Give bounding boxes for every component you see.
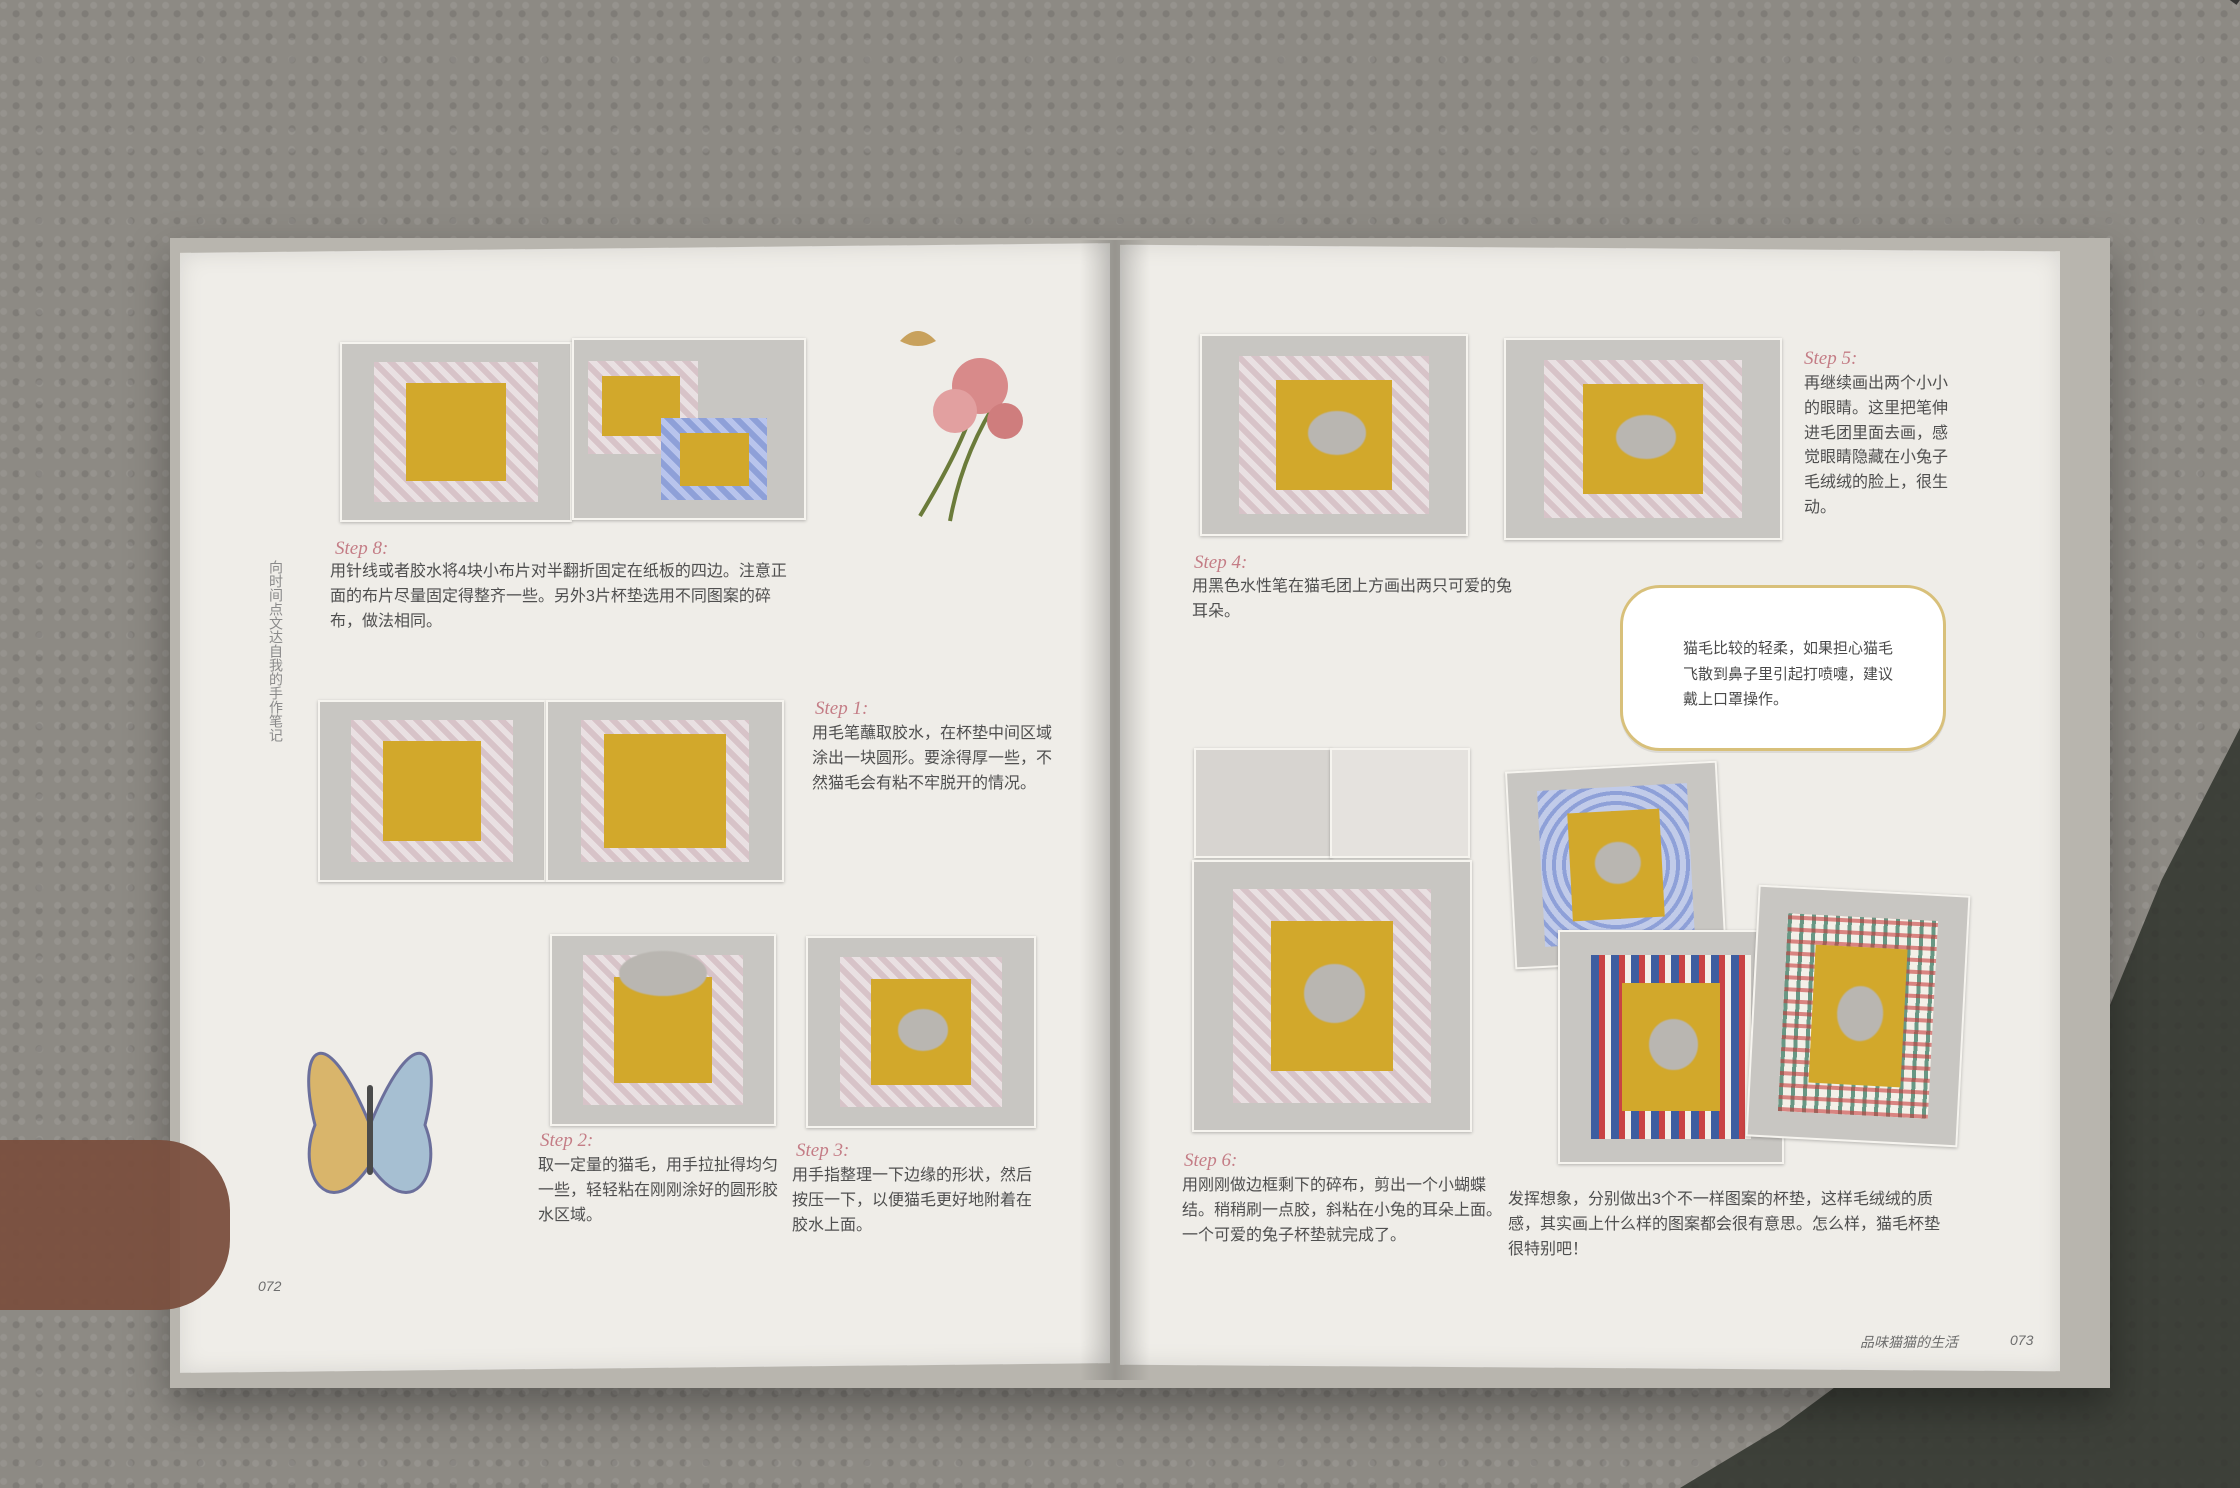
tip-text: 猫毛比较的轻柔，如果担心猫毛飞散到鼻子里引起打喷嚏，建议戴上口罩操作。 [1683, 640, 1894, 708]
photo-step5 [1504, 338, 1782, 540]
right-footer-title: 品味猫猫的生活 [1860, 1334, 1958, 1350]
step4-label: Step 4: [1194, 552, 1248, 573]
butterfly-illustration [307, 1051, 433, 1194]
step2-label: Step 2: [540, 1130, 594, 1151]
photo-step1-a [318, 700, 546, 882]
left-page-number: 072 [258, 1278, 282, 1294]
photo-step2 [550, 934, 776, 1126]
photo-step8-b [572, 338, 806, 520]
tip-bubble: 猫毛比较的轻柔，如果担心猫毛飞散到鼻子里引起打喷嚏，建议戴上口罩操作。 [1620, 585, 1946, 751]
step8-label: Step 8: [335, 538, 389, 559]
photo-step8-a [340, 342, 572, 522]
photo-step6-a [1194, 748, 1332, 858]
step1-label: Step 1: [815, 698, 869, 719]
photo-step3 [806, 936, 1036, 1128]
photo-step6-main [1192, 860, 1472, 1132]
thumb [0, 1140, 230, 1310]
right-page-number: 073 [2010, 1332, 2034, 1348]
step3-text: 用手指整理一下边缘的形状，然后按压一下，以便猫毛更好地附着在胶水上面。 [792, 1167, 1033, 1234]
photo-step1-b [546, 700, 784, 882]
closing-text: 发挥想象，分别做出3个不一样图案的杯垫，这样毛绒绒的质感，其实画上什么样的图案都… [1508, 1191, 1941, 1258]
step2-text: 取一定量的猫毛，用手拉扯得均匀一些，轻轻粘在刚刚涂好的圆形胶水区域。 [538, 1157, 779, 1224]
step4-text: 用黑色水性笔在猫毛团上方画出两只可爱的兔耳朵。 [1192, 578, 1513, 620]
step5-text: 再继续画出两个小小的眼睛。这里把笔伸进毛团里面去画，感觉眼睛隐藏在小兔子毛绒绒的… [1804, 375, 1949, 516]
book-spine-shadow [1080, 240, 1150, 1380]
flower-illustration [900, 331, 1023, 522]
step8-text: 用针线或者胶水将4块小布片对半翻折固定在纸板的四边。注意正面的布片尽量固定得整齐… [330, 563, 787, 630]
step6-text: 用刚刚做边框剩下的碎布，剪出一个小蝴蝶结。稍稍刷一点胶，斜粘在小兔的耳朵上面。一… [1182, 1177, 1503, 1244]
coaster-plaid [1745, 884, 1971, 1148]
step1-text: 用毛笔蘸取胶水，在杯垫中间区域涂出一块圆形。要涂得厚一些，不然猫毛会有粘不牢脱开… [812, 725, 1053, 792]
step3-label: Step 3: [796, 1140, 850, 1161]
step6-label: Step 6: [1184, 1150, 1238, 1171]
step5-label: Step 5: [1804, 348, 1858, 369]
photo-step6-b [1330, 748, 1470, 858]
left-vertical-title: 向时间点文达自我的手作笔记 [268, 560, 284, 742]
photo-step4 [1200, 334, 1468, 536]
cable [1864, 0, 2240, 183]
